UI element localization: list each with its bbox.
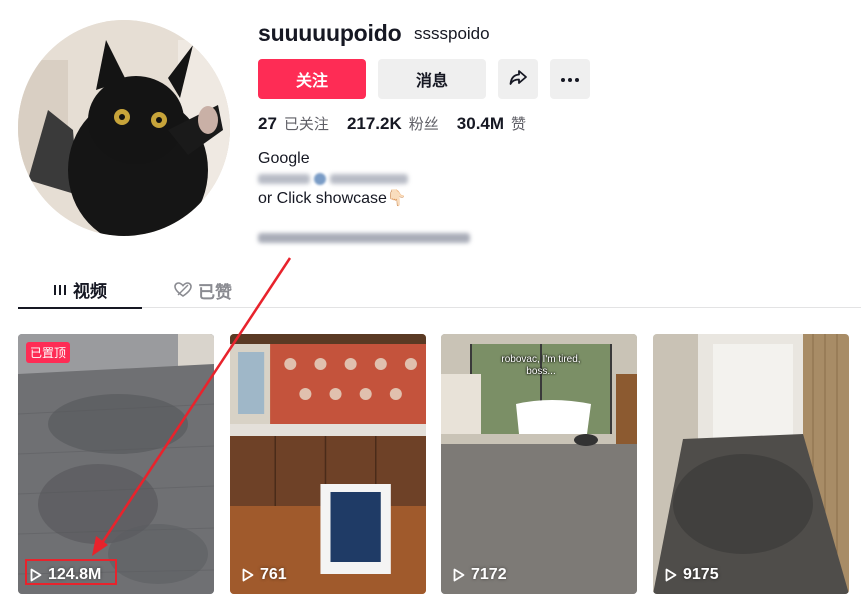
video-views: 761 (242, 566, 287, 584)
followers-count: 217.2K (346, 114, 402, 133)
likes-count: 30.4M (456, 114, 505, 133)
video-caption: robovac, I'm tired, boss... (501, 354, 581, 377)
video-views: 7172 (453, 566, 507, 584)
followers-label: 粉丝 (408, 116, 439, 133)
username: suuuuupoido (258, 20, 402, 46)
play-icon (242, 568, 254, 582)
tab-liked-label: 已赞 (198, 282, 232, 302)
following-count: 27 (258, 114, 277, 133)
profile-avatar (18, 20, 230, 236)
video-card[interactable]: 已置顶 124.8M (18, 334, 214, 594)
video-card[interactable]: 9175 (653, 334, 849, 594)
follow-button[interactable]: 关注 (258, 59, 366, 99)
video-views: 9175 (665, 566, 719, 584)
play-icon (665, 568, 677, 582)
following-label: 已关注 (283, 116, 329, 133)
bio-line-3: or Click showcase👇🏻 (258, 190, 407, 207)
more-icon (560, 70, 580, 88)
view-count: 9175 (683, 566, 719, 583)
video-card[interactable]: 761 (230, 334, 426, 594)
liked-heart-icon (174, 282, 192, 298)
play-icon (453, 568, 465, 582)
view-count: 761 (260, 566, 287, 583)
following-stat[interactable]: 27 已关注 (258, 113, 329, 134)
grid-icon (53, 283, 67, 297)
profile-stats: 27 已关注 217.2K 粉丝 30.4M 赞 (258, 113, 544, 134)
view-count: 7172 (471, 566, 507, 583)
tab-videos-label: 视频 (73, 282, 107, 301)
tab-videos[interactable]: 视频 (18, 272, 142, 309)
magnifier-icon (314, 173, 326, 185)
bio-link-blurred[interactable] (258, 229, 470, 247)
followers-stat[interactable]: 217.2K 粉丝 (347, 113, 439, 134)
share-button[interactable] (498, 59, 538, 99)
video-card[interactable]: robovac, I'm tired, boss... 7172 (441, 334, 637, 594)
nickname: sssspoido (414, 24, 490, 43)
likes-stat: 30.4M 赞 (457, 113, 526, 134)
profile-tabs: 视频 已赞 (18, 272, 861, 309)
more-options-button[interactable] (550, 59, 590, 99)
tab-liked[interactable]: 已赞 (174, 272, 232, 308)
pinned-badge: 已置顶 (26, 342, 71, 363)
message-button[interactable]: 消息 (378, 59, 486, 99)
bio-line-1: Google (258, 150, 310, 167)
likes-label: 赞 (511, 116, 527, 133)
share-icon (508, 67, 528, 92)
annotation-highlight-box (25, 559, 117, 585)
bio-line-2-blurred (258, 173, 408, 185)
